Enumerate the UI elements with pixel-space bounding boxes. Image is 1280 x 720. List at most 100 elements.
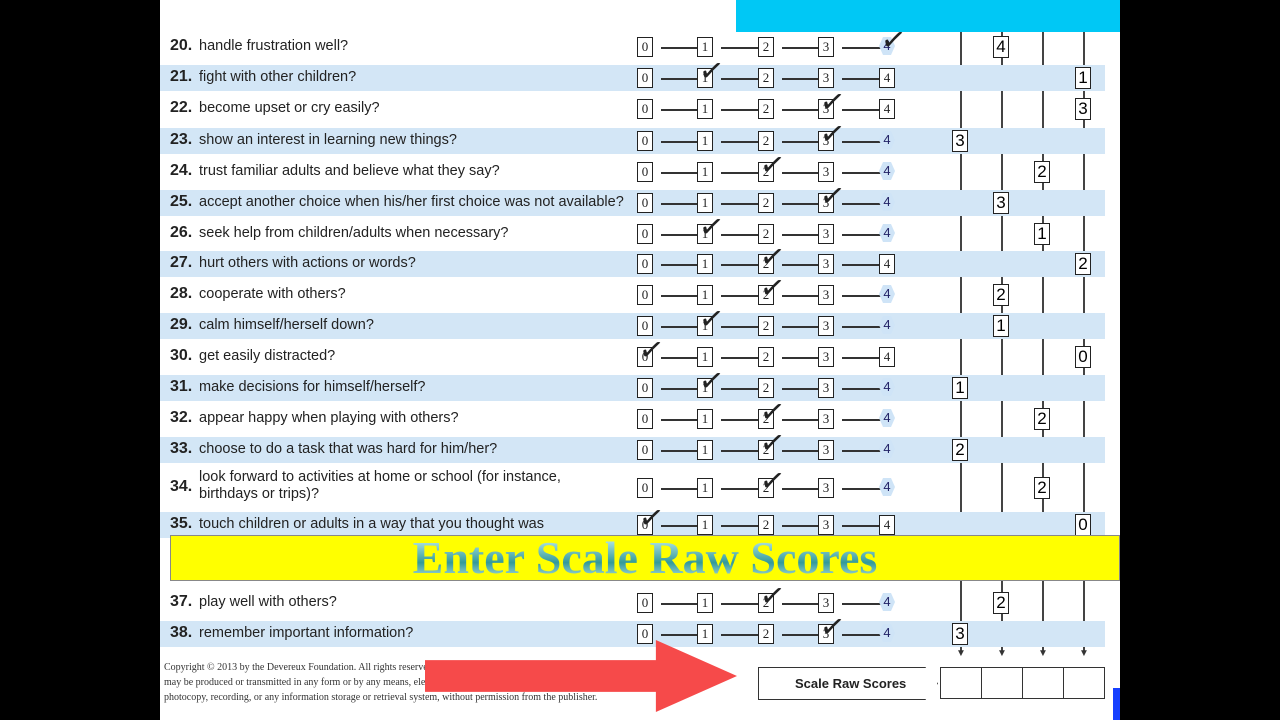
item-number: 24. [170,162,193,179]
item-question: remember important information? [199,625,414,641]
item-score: 1 [1075,67,1091,89]
item-score: 2 [1034,408,1050,430]
rating-option-4[interactable]: 4 [879,99,895,119]
raw-score-box[interactable] [1022,667,1064,699]
rating-option-3[interactable]: 3 [818,378,834,398]
item-number: 32. [170,409,193,426]
item-question: accept another choice when his/her first… [199,194,624,210]
checkmark-icon: ✓ [878,21,909,60]
item-question: play well with others? [199,594,337,610]
rating-option-4[interactable]: 4 [879,515,895,535]
rating-option-3[interactable]: 3 [818,347,834,367]
rating-option-0[interactable]: 0 [637,624,653,644]
checkmark-icon: ✓ [757,424,788,463]
item-number: 20. [170,37,193,54]
item-question: handle frustration well? [199,38,349,54]
rating-option-1[interactable]: 1 [697,162,713,182]
item-question: hurt others with actions or words? [199,255,416,271]
item-score: 3 [1075,98,1091,120]
item-question: fight with other children? [199,69,357,85]
rating-option-4[interactable]: 4 [879,162,895,180]
rating-option-2[interactable]: 2 [758,624,774,644]
rating-option-3[interactable]: 3 [818,409,834,429]
rating-option-0[interactable]: 0 [637,440,653,460]
item-score: 1 [952,377,968,399]
rating-option-2[interactable]: 2 [758,193,774,213]
checkmark-icon: ✓ [817,177,848,216]
rating-option-0[interactable]: 0 [637,131,653,151]
item-score: 0 [1075,514,1091,536]
item-number: 34. [170,478,193,495]
rating-option-2[interactable]: 2 [758,99,774,119]
rating-option-2[interactable]: 2 [758,316,774,336]
raw-score-box[interactable] [981,667,1023,699]
item-number: 28. [170,285,193,302]
rating-option-2[interactable]: 2 [758,37,774,57]
rating-option-0[interactable]: 0 [637,409,653,429]
item-number: 26. [170,224,193,241]
banner-text: Enter Scale Raw Scores [412,532,878,583]
enter-scale-raw-scores-banner: Enter Scale Raw Scores [170,535,1120,581]
item-score: 1 [993,315,1009,337]
rating-option-1[interactable]: 1 [697,99,713,119]
checkmark-icon: ✓ [757,462,788,501]
rating-option-0[interactable]: 0 [637,162,653,182]
rating-option-3[interactable]: 3 [818,254,834,274]
item-score: 2 [1034,477,1050,499]
rating-option-4[interactable]: 4 [879,254,895,274]
checkmark-icon: ✓ [757,269,788,308]
rating-option-2[interactable]: 2 [758,68,774,88]
rating-option-4[interactable]: 4 [879,478,895,496]
item-question: show an interest in learning new things? [199,132,457,148]
rating-option-1[interactable]: 1 [697,624,713,644]
checkmark-icon: ✓ [817,115,848,154]
rating-option-0[interactable]: 0 [637,254,653,274]
rating-option-1[interactable]: 1 [697,478,713,498]
item-question: look forward to activities at home or sc… [199,469,561,502]
rating-option-4[interactable]: 4 [879,285,895,303]
rating-option-1[interactable]: 1 [697,440,713,460]
rating-option-3[interactable]: 3 [818,285,834,305]
item-question: cooperate with others? [199,286,346,302]
rating-option-0[interactable]: 0 [637,593,653,613]
checkmark-icon: ✓ [696,362,727,401]
rating-option-0[interactable]: 0 [637,378,653,398]
rating-option-3[interactable]: 3 [818,316,834,336]
item-question: calm himself/herself down? [199,317,374,333]
rating-option-0[interactable]: 0 [637,193,653,213]
rating-option-0[interactable]: 0 [637,68,653,88]
checkmark-icon: ✓ [636,331,667,370]
rating-option-4[interactable]: 4 [879,224,895,242]
rating-option-1[interactable]: 1 [697,254,713,274]
rating-option-4[interactable]: 4 [879,593,895,611]
rating-option-3[interactable]: 3 [818,478,834,498]
rating-option-1[interactable]: 1 [697,131,713,151]
rating-option-4[interactable]: 4 [879,347,895,367]
rating-option-3[interactable]: 3 [818,440,834,460]
arrow-down-icon: ▼ [956,648,966,659]
rating-form-page: 20. handle frustration well? 0 1 2 3 4 ✓ 4 21. fig… [160,0,1120,720]
item-question: get easily distracted? [199,348,336,364]
item-score: 2 [952,439,968,461]
rating-option-3[interactable]: 3 [818,37,834,57]
item-number: 33. [170,440,193,457]
item-number: 23. [170,131,193,148]
raw-score-box[interactable] [1063,667,1105,699]
rating-option-2[interactable]: 2 [758,347,774,367]
item-score: 2 [993,284,1009,306]
rating-option-0[interactable]: 0 [637,37,653,57]
rating-option-0[interactable]: 0 [637,478,653,498]
rating-option-4[interactable]: 4 [879,409,895,427]
item-question: seek help from children/adults when nece… [199,225,509,241]
rating-option-0[interactable]: 0 [637,99,653,119]
rating-option-1[interactable]: 1 [697,409,713,429]
rating-option-0[interactable]: 0 [637,285,653,305]
item-score: 2 [1075,253,1091,275]
rating-option-0[interactable]: 0 [637,224,653,244]
raw-score-box[interactable] [940,667,982,699]
rating-option-3[interactable]: 3 [818,224,834,244]
item-number: 21. [170,68,193,85]
rating-option-4[interactable]: 4 [879,68,895,88]
rating-option-1[interactable]: 1 [697,593,713,613]
checkmark-icon: ✓ [757,577,788,616]
